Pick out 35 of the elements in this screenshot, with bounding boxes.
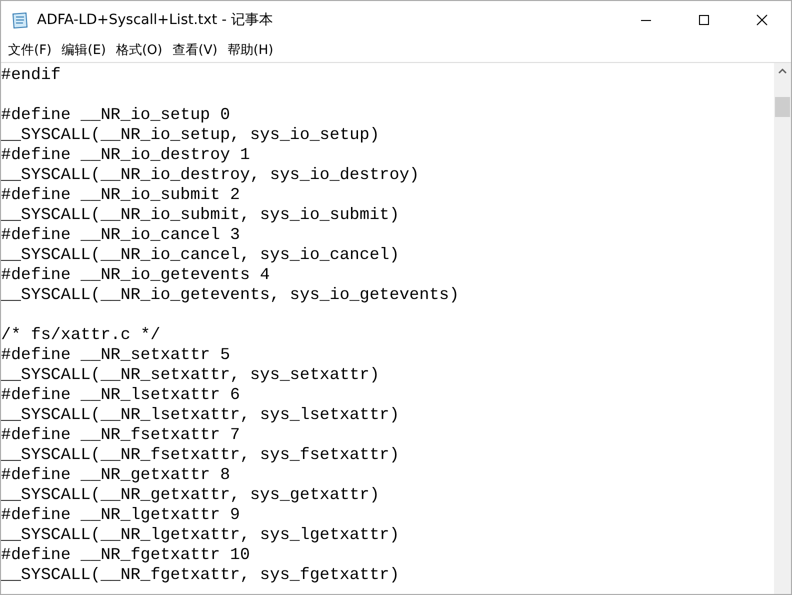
code-line: __SYSCALL(__NR_io_setup, sys_io_setup) [1,125,380,145]
code-line: __SYSCALL(__NR_setxattr, sys_setxattr) [1,365,380,385]
notepad-icon [11,10,29,28]
code-line: #define __NR_io_destroy 1 [1,145,251,165]
code-line: __SYSCALL(__NR_io_cancel, sys_io_cancel) [1,245,400,265]
scroll-thumb[interactable] [775,97,790,117]
code-line: __SYSCALL(__NR_fgetxattr, sys_fgetxattr) [1,565,400,585]
close-icon[interactable] [756,14,768,26]
code-line: #define __NR_io_getevents 4 [1,265,271,285]
code-line: #define __NR_fgetxattr 10 [1,545,251,565]
menu-item[interactable]: 文件(F) [3,39,57,61]
code-line: #define __NR_getxattr 8 [1,465,232,485]
maximize-icon[interactable] [698,14,710,26]
code-line: #define __NR_io_setup 0 [1,105,232,125]
menu-item[interactable]: 帮助(H) [222,39,278,61]
menu-item[interactable]: 编辑(E) [56,39,111,61]
code-line: __SYSCALL(__NR_fsetxattr, sys_fsetxattr) [1,445,400,465]
code-line: __SYSCALL(__NR_getxattr, sys_getxattr) [1,485,380,505]
scrollbar[interactable] [774,63,791,594]
code-line: /* fs/xattr.c */ [1,325,162,345]
code-line: #define __NR_lgetxattr 9 [1,505,241,525]
code-line: __SYSCALL(__NR_lgetxattr, sys_lgetxattr) [1,525,400,545]
code-line: #define __NR_io_submit 2 [1,185,241,205]
code-line: __SYSCALL(__NR_lsetxattr, sys_lsetxattr) [1,405,400,425]
code-line: __SYSCALL(__NR_io_destroy, sys_io_destroy) [1,165,420,185]
code-line: __SYSCALL(__NR_io_submit, sys_io_submit) [1,205,400,225]
code-line: #endif [1,65,62,85]
code-line: __SYSCALL(__NR_io_getevents, sys_io_getevents) [1,285,460,305]
menu-item[interactable]: 查看(V) [167,39,222,61]
code-line: #define __NR_setxattr 5 [1,345,232,365]
code-line: #define __NR_lsetxattr 6 [1,385,241,405]
window-title: ADFA-LD+Syscall+List.txt - 记事本 [37,10,274,28]
code-line: #define __NR_fsetxattr 7 [1,425,241,445]
code-line: #define __NR_io_cancel 3 [1,225,241,245]
menu-item[interactable]: 格式(O) [110,39,168,61]
